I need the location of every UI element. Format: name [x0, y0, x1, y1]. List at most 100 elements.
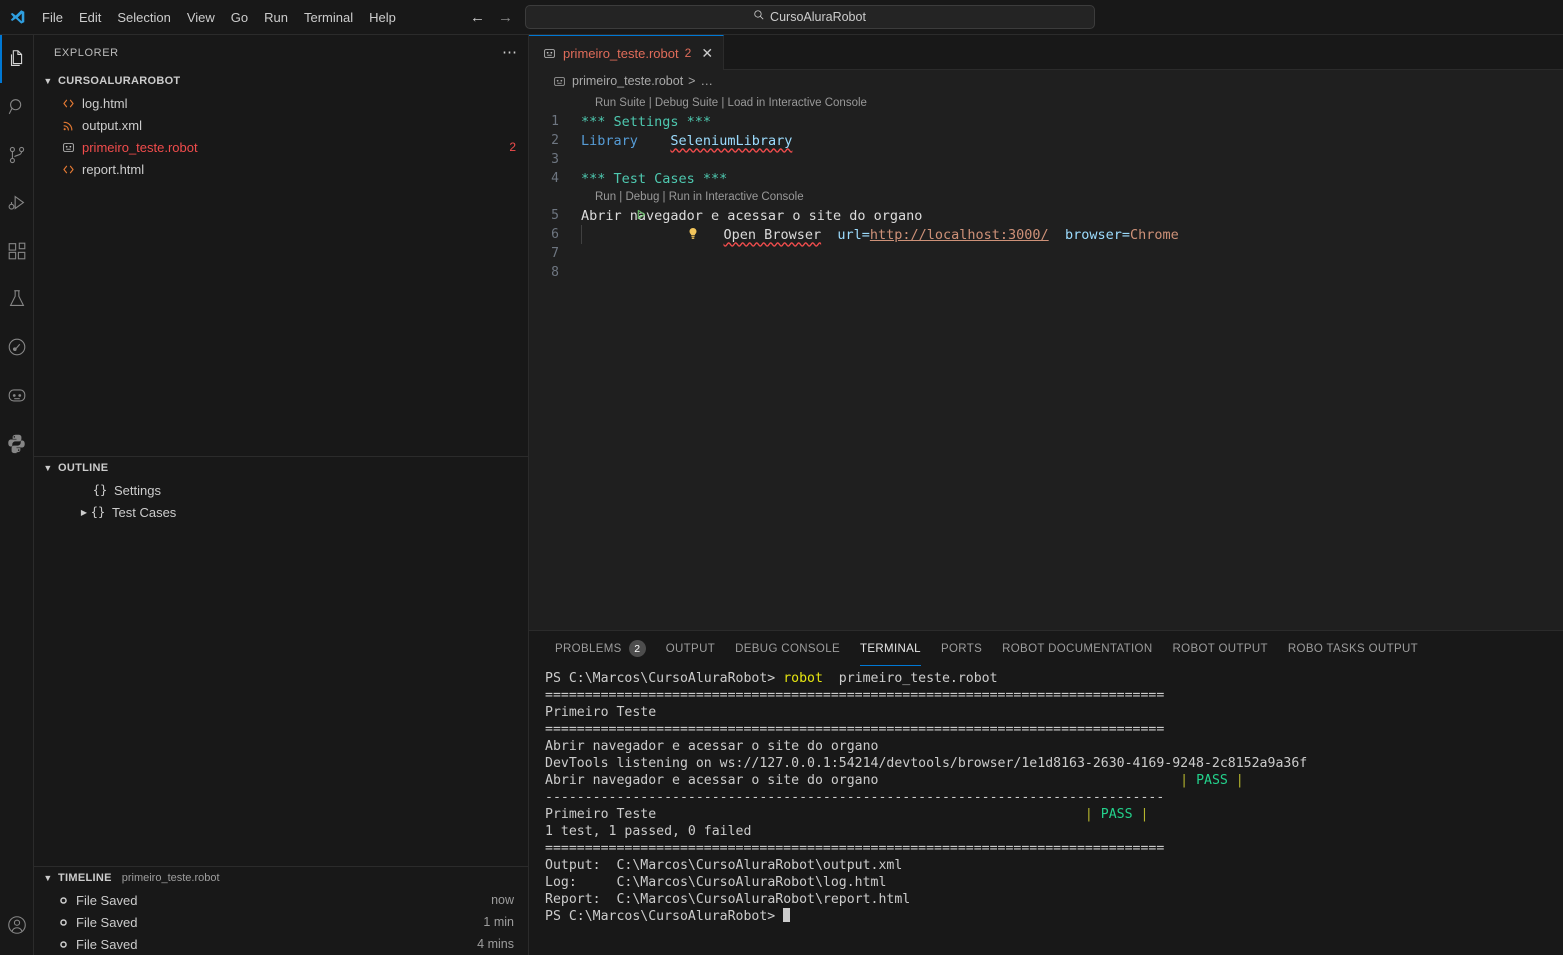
- circle-outline-icon: [56, 896, 70, 905]
- arrow-left-icon[interactable]: ←: [469, 10, 487, 25]
- panel-tab-robot-documentation[interactable]: ROBOT DOCUMENTATION: [992, 631, 1162, 666]
- activity-item-python[interactable]: [0, 419, 34, 467]
- timeline-subtitle: primeiro_teste.robot: [121, 872, 220, 884]
- menu-item-selection[interactable]: Selection: [109, 7, 178, 28]
- timeline-item-when: 4 mins: [477, 937, 514, 951]
- chevron-right-icon[interactable]: ▶: [78, 508, 90, 517]
- terminal-line-suite-result: Primeiro Teste | PASS |: [545, 806, 1551, 823]
- lightbulb-icon[interactable]: [586, 213, 699, 257]
- outline-item-settings[interactable]: {} Settings: [34, 479, 528, 501]
- sidebar-header: EXPLORER ⋯: [34, 35, 528, 70]
- activity-item-robot-interactive[interactable]: [0, 323, 34, 371]
- file-error-badge: 2: [509, 140, 516, 154]
- chevron-down-icon: ▼: [43, 76, 53, 86]
- panel-tab-label: ROBOT DOCUMENTATION: [1002, 642, 1153, 655]
- panel-tab-debug-console[interactable]: DEBUG CONSOLE: [725, 631, 850, 666]
- timeline-item[interactable]: File Saved now: [34, 889, 528, 911]
- activity-item-extensions[interactable]: [0, 227, 34, 275]
- terminal-report-label: Report:: [545, 892, 617, 907]
- menu-item-file[interactable]: File: [34, 7, 71, 28]
- menu-bar: File Edit Selection View Go Run Terminal…: [34, 7, 404, 28]
- terminal-line-test-start: Abrir navegador e acessar o site do orga…: [545, 739, 879, 754]
- file-name: log.html: [82, 95, 128, 111]
- menu-item-view[interactable]: View: [179, 7, 223, 28]
- outline-header[interactable]: ▼ OUTLINE: [34, 457, 528, 479]
- menu-item-go[interactable]: Go: [223, 7, 256, 28]
- panel-tab-problems[interactable]: PROBLEMS 2: [545, 631, 656, 666]
- file-row-report-html[interactable]: report.html: [34, 158, 528, 180]
- panel-tab-robo-tasks-output[interactable]: ROBO TASKS OUTPUT: [1278, 631, 1428, 666]
- explorer-root-header[interactable]: ▼ CURSOALURAROBOT: [34, 70, 528, 92]
- circle-outline-icon: [56, 918, 70, 927]
- code-token-url-arg-name: url=: [837, 226, 870, 243]
- timeline-title: TIMELINE: [58, 872, 112, 884]
- file-row-log-html[interactable]: log.html: [34, 92, 528, 114]
- terminal-output[interactable]: PS C:\Marcos\CursoAluraRobot> robot prim…: [529, 666, 1563, 955]
- timeline-header[interactable]: ▼ TIMELINE primeiro_teste.robot: [34, 867, 528, 889]
- ellipsis-icon[interactable]: ⋯: [502, 45, 518, 60]
- panel-tab-terminal[interactable]: TERMINAL: [850, 631, 931, 666]
- menu-item-edit[interactable]: Edit: [71, 7, 109, 28]
- robot-file-icon: [541, 45, 557, 61]
- terminal-pad: [878, 773, 1180, 788]
- code-token-library-keyword: Library: [581, 132, 638, 149]
- code-token-url-arg-value[interactable]: http://localhost:3000/: [870, 227, 1049, 243]
- robot-file-icon: [60, 139, 76, 155]
- chevron-down-icon: ▼: [43, 873, 53, 883]
- codelens-suite[interactable]: Run Suite | Debug Suite | Load in Intera…: [529, 94, 1563, 112]
- timeline-item[interactable]: File Saved 4 mins: [34, 933, 528, 955]
- chevron-down-icon: ▼: [43, 463, 53, 473]
- sidebar-title: EXPLORER: [54, 46, 119, 59]
- terminal-line-summary: 1 test, 1 passed, 0 failed: [545, 824, 752, 839]
- file-row-primeiro-teste-robot[interactable]: primeiro_teste.robot 2: [34, 136, 528, 158]
- activity-item-run-and-debug[interactable]: [0, 179, 34, 227]
- html-file-icon: [60, 161, 76, 177]
- menu-item-help[interactable]: Help: [361, 7, 404, 28]
- activity-item-source-control[interactable]: [0, 131, 34, 179]
- arrow-right-icon[interactable]: →: [497, 10, 515, 25]
- activity-item-search[interactable]: [0, 83, 34, 131]
- breadcrumb-more[interactable]: …: [700, 74, 713, 88]
- run-debug-icon: [6, 192, 28, 214]
- menu-item-run[interactable]: Run: [256, 7, 296, 28]
- activity-item-robot-framework[interactable]: [0, 371, 34, 419]
- terminal-log-path[interactable]: C:\Marcos\CursoAluraRobot\log.html: [616, 875, 886, 890]
- robot-icon: [6, 384, 28, 406]
- menu-item-terminal[interactable]: Terminal: [296, 7, 361, 28]
- terminal-line-output: Output: C:\Marcos\CursoAluraRobot\output…: [545, 857, 1551, 874]
- file-row-output-xml[interactable]: output.xml: [34, 114, 528, 136]
- panel-tab-ports[interactable]: PORTS: [931, 631, 992, 666]
- breadcrumb-file[interactable]: primeiro_teste.robot: [572, 74, 683, 88]
- title-bar: File Edit Selection View Go Run Terminal…: [0, 0, 1563, 35]
- terminal-line-test-result: Abrir navegador e acessar o site do orga…: [545, 772, 1551, 789]
- terminal-pipe: |: [1084, 807, 1101, 822]
- close-icon[interactable]: ✕: [701, 46, 713, 60]
- search-icon: [6, 96, 28, 118]
- activity-item-account[interactable]: [0, 901, 34, 949]
- terminal-suite-name: Primeiro Teste: [545, 807, 657, 822]
- vscode-logo-icon: [0, 9, 34, 26]
- activity-item-explorer[interactable]: [0, 35, 34, 83]
- terminal-output-path[interactable]: C:\Marcos\CursoAluraRobot\output.xml: [616, 858, 902, 873]
- panel-tab-label: OUTPUT: [665, 642, 716, 655]
- panel-tab-robot-output[interactable]: ROBOT OUTPUT: [1163, 631, 1278, 666]
- bottom-panel: PROBLEMS 2 OUTPUT DEBUG CONSOLE TERMINAL…: [529, 630, 1563, 955]
- activity-item-testing[interactable]: [0, 275, 34, 323]
- extensions-icon: [6, 240, 28, 262]
- outline-item-test-cases[interactable]: ▶ {} Test Cases: [34, 501, 528, 523]
- code-line-4: 4 *** Test Cases ***: [529, 169, 1563, 188]
- timeline-item[interactable]: File Saved 1 min: [34, 911, 528, 933]
- panel-tab-label: ROBOT OUTPUT: [1172, 642, 1268, 655]
- terminal-command: robot: [783, 671, 823, 686]
- codelens-test[interactable]: Run | Debug | Run in Interactive Console: [529, 188, 1563, 206]
- terminal-pipe: |: [1227, 773, 1244, 788]
- terminal-prompt: PS C:\Marcos\CursoAluraRobot>: [545, 671, 784, 686]
- search-input[interactable]: CursoAluraRobot: [524, 5, 1095, 29]
- terminal-report-path[interactable]: C:\Marcos\CursoAluraRobot\report.html: [616, 892, 910, 907]
- editor-tab-primeiro-teste-robot[interactable]: primeiro_teste.robot 2 ✕: [529, 35, 725, 70]
- code-editor[interactable]: Run Suite | Debug Suite | Load in Intera…: [529, 92, 1563, 630]
- line-number: 7: [551, 246, 559, 261]
- code-token-keyword: Open Browser: [723, 226, 822, 243]
- panel-tab-output[interactable]: OUTPUT: [656, 631, 725, 666]
